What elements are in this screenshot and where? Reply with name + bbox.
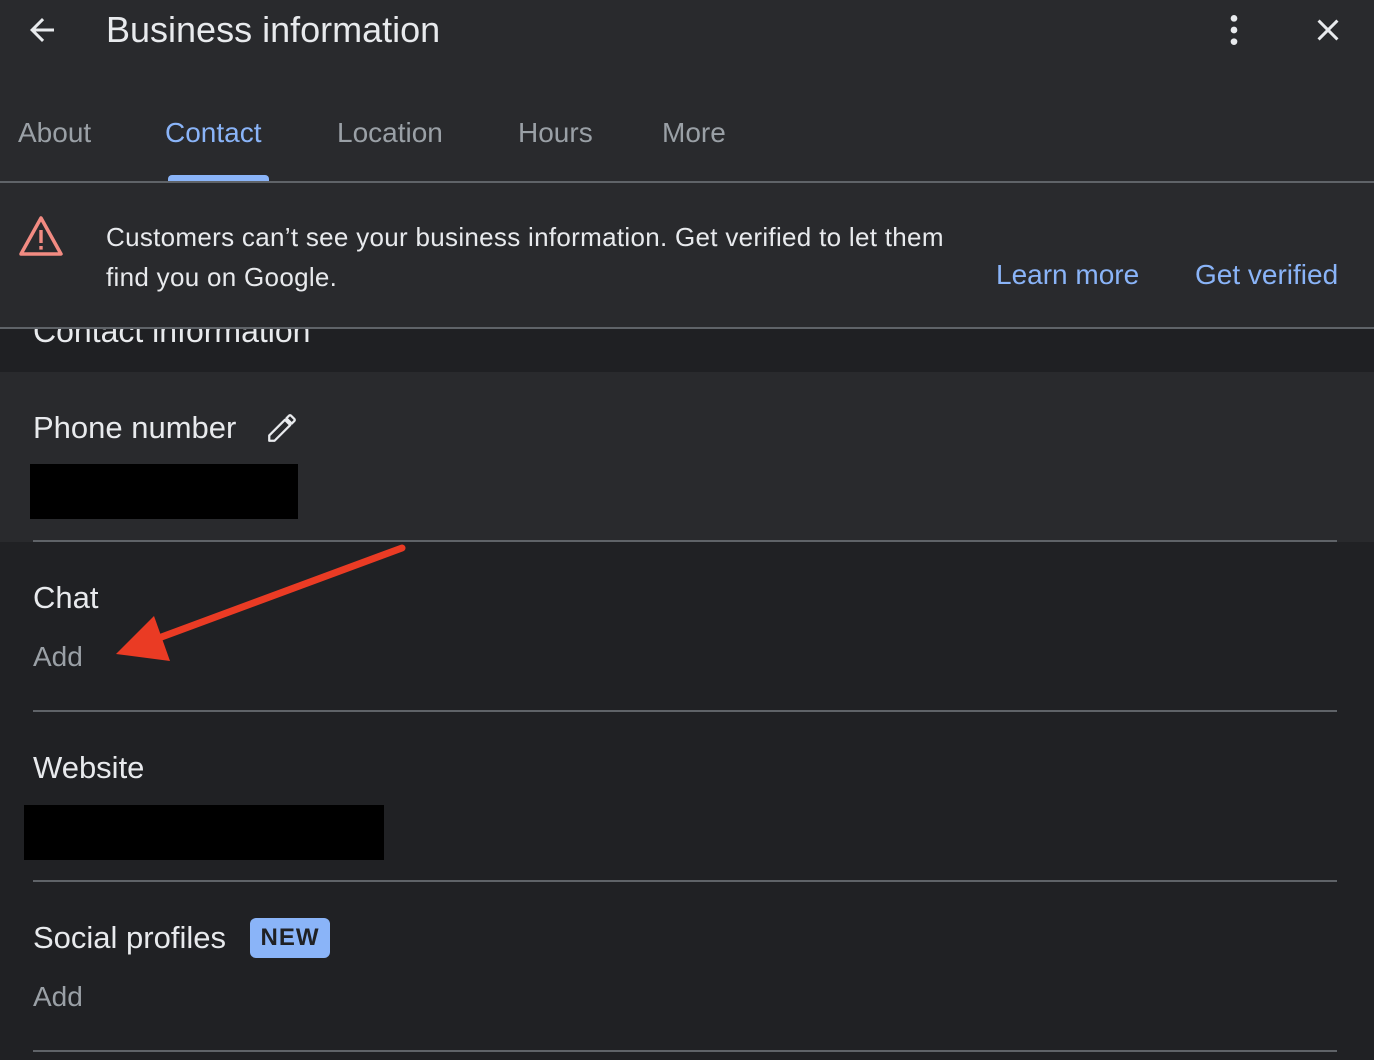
new-badge: NEW [250, 918, 330, 958]
verification-banner: Customers can’t see your business inform… [0, 183, 1374, 329]
tab-hours[interactable]: Hours [518, 100, 593, 183]
divider [33, 1050, 1337, 1052]
phone-label: Phone number [33, 410, 237, 445]
get-verified-link[interactable]: Get verified [1195, 255, 1338, 295]
website-value-redacted [24, 805, 384, 860]
banner-message: Customers can’t see your business inform… [106, 222, 944, 292]
edit-phone-button[interactable] [262, 408, 302, 448]
website-label: Website [33, 750, 145, 785]
section-heading-container: Contact information [0, 329, 1374, 372]
social-profiles-add-link[interactable]: Add [33, 977, 83, 1017]
more-options-button[interactable] [1212, 8, 1256, 52]
tab-bar: About Contact Location Hours More [0, 100, 1374, 183]
close-button[interactable] [1306, 8, 1350, 52]
arrow-left-icon [30, 18, 54, 42]
tab-contact[interactable]: Contact [165, 100, 262, 183]
phone-value-redacted [30, 464, 298, 519]
social-profiles-label: Social profiles [33, 920, 226, 955]
tab-location[interactable]: Location [337, 100, 443, 183]
tab-about[interactable]: About [18, 100, 91, 183]
divider [33, 710, 1337, 712]
warning-icon [19, 216, 63, 256]
learn-more-link[interactable]: Learn more [996, 255, 1139, 295]
tab-more[interactable]: More [662, 100, 726, 183]
section-heading: Contact information [33, 329, 311, 349]
divider [33, 540, 1337, 542]
business-info-panel: Business information About Contact Locat… [0, 0, 1374, 1060]
more-vert-icon [1230, 15, 1238, 45]
header: Business information About Contact Locat… [0, 0, 1374, 183]
divider [33, 880, 1337, 882]
pencil-icon [268, 414, 296, 442]
chat-label: Chat [33, 580, 99, 615]
chat-add-link[interactable]: Add [33, 637, 83, 677]
active-tab-indicator [168, 175, 269, 181]
close-icon [1317, 19, 1339, 41]
back-button[interactable] [20, 8, 64, 52]
page-title: Business information [106, 9, 441, 50]
